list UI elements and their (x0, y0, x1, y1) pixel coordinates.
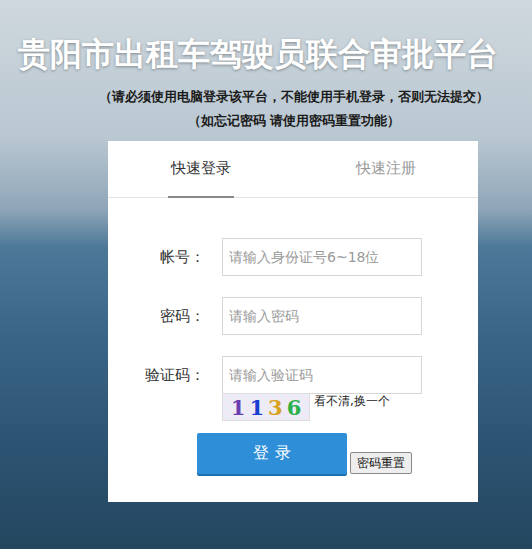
login-button[interactable]: 登 录 (197, 433, 347, 474)
field-label: 验证码： (108, 356, 222, 394)
actions: 登 录密码重置 (108, 421, 478, 496)
field-column (222, 297, 422, 335)
reset-password-button[interactable]: 密码重置 (350, 452, 412, 474)
form-row: 验证码：1136看不清,换一个 (108, 356, 478, 421)
tab-label: 快速注册 (353, 141, 419, 198)
captcha-image[interactable]: 1136 (222, 393, 310, 421)
field-label: 密码： (108, 297, 222, 335)
tab[interactable]: 快速登录 (108, 141, 293, 197)
note: （请必须使用电脑登录该平台，不能使用手机登录，否则无法提交） (99, 88, 489, 105)
field-column (222, 238, 422, 276)
note: （如忘记密码 请使用密码重置功能） (188, 112, 400, 129)
form-row: 密码： (108, 297, 478, 335)
captcha-char: 3 (268, 395, 283, 420)
notes: （请必须使用电脑登录该平台，不能使用手机登录，否则无法提交） （如忘记密码 请使用… (0, 88, 532, 129)
tab[interactable]: 快速注册 (293, 141, 478, 197)
page-title: 贵阳市出租车驾驶员联合审批平台 (18, 34, 532, 74)
captcha-char: 1 (249, 395, 264, 420)
field-label: 帐号： (108, 238, 222, 276)
password-input[interactable] (222, 297, 422, 335)
field-column: 1136看不清,换一个 (222, 356, 422, 421)
tab-bar: 快速登录 快速注册 (108, 141, 478, 198)
refresh-captcha-link[interactable]: 看不清,换一个 (314, 393, 390, 410)
form-row: 帐号： (108, 238, 478, 276)
tab-label: 快速登录 (168, 141, 234, 198)
captcha-char: 1 (231, 395, 246, 420)
captcha-line: 1136看不清,换一个 (222, 393, 422, 421)
login-card: 快速登录快速注册帐号：密码：验证码：1136看不清,换一个登 录密码重置 (108, 141, 478, 502)
login-page: 贵阳市出租车驾驶员联合审批平台 （请必须使用电脑登录该平台，不能使用手机登录，否则… (0, 0, 532, 549)
captcha-char: 6 (287, 395, 302, 420)
login-form: 帐号：密码：验证码：1136看不清,换一个 (108, 198, 478, 421)
captcha-input[interactable] (222, 356, 422, 394)
account-input[interactable] (222, 238, 422, 276)
